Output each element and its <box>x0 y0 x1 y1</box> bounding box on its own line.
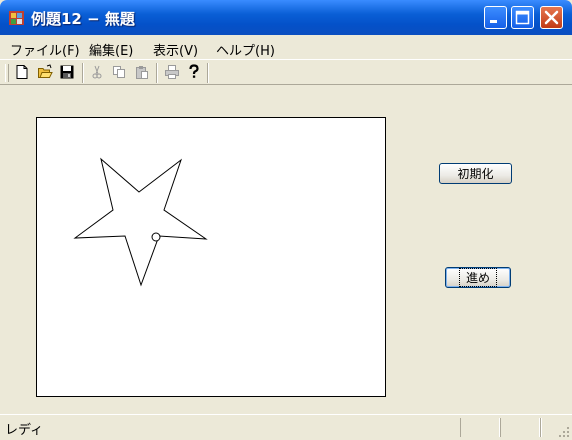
app-icon <box>9 11 24 25</box>
menu-edit[interactable]: 編集(E) <box>89 40 133 59</box>
cut-icon[interactable] <box>89 64 105 80</box>
star-shape <box>73 157 208 287</box>
toolbar-separator <box>207 63 209 83</box>
status-bar: レディ <box>0 414 572 440</box>
new-file-icon[interactable] <box>14 64 30 80</box>
title-bar[interactable]: 例題12 − 無題 <box>0 0 572 35</box>
help-icon[interactable] <box>186 64 202 80</box>
save-icon[interactable] <box>59 64 75 80</box>
menu-help[interactable]: ヘルプ(H) <box>216 40 275 59</box>
advance-button[interactable]: 進め <box>445 267 511 288</box>
copy-icon[interactable] <box>111 64 127 80</box>
star-drawing <box>73 157 208 287</box>
maximize-button[interactable] <box>511 6 534 29</box>
toolbar-separator <box>82 63 84 83</box>
status-pane <box>540 418 542 437</box>
drawing-canvas[interactable] <box>36 117 386 397</box>
close-icon <box>544 10 559 25</box>
resize-grip-icon[interactable] <box>558 426 570 438</box>
advance-button-label: 進め <box>458 268 497 287</box>
paste-icon[interactable] <box>134 64 150 80</box>
menu-file[interactable]: ファイル(F) <box>10 40 80 59</box>
menu-bar: ファイル(F) 編集(E) 表示(V) ヘルプ(H) <box>0 35 572 59</box>
open-folder-icon[interactable] <box>37 64 53 80</box>
minimize-icon <box>490 20 497 23</box>
menu-view[interactable]: 表示(V) <box>153 40 198 59</box>
window-title: 例題12 − 無題 <box>31 10 135 28</box>
reset-button[interactable]: 初期化 <box>439 163 512 184</box>
close-button[interactable] <box>540 6 563 29</box>
toolbar <box>0 59 572 85</box>
toolbar-separator <box>156 63 158 83</box>
status-pane <box>460 418 500 437</box>
status-pane <box>500 418 540 437</box>
reset-button-label: 初期化 <box>457 167 494 181</box>
toolbar-grip[interactable] <box>5 64 9 82</box>
status-text: レディ <box>5 423 44 438</box>
print-icon[interactable] <box>164 64 180 80</box>
minimize-button[interactable] <box>484 6 507 29</box>
star-marker-circle <box>151 232 161 242</box>
maximize-icon <box>515 10 530 25</box>
